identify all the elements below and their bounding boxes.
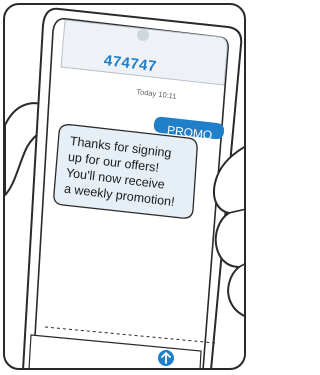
send-button[interactable] — [158, 350, 174, 366]
illustration-frame: 474747 Today 10:11 PROMO Thanks for sign… — [3, 3, 246, 370]
contact-avatar — [137, 29, 149, 41]
incoming-message-text: Thanks for signing up for our offers! Yo… — [63, 133, 181, 210]
